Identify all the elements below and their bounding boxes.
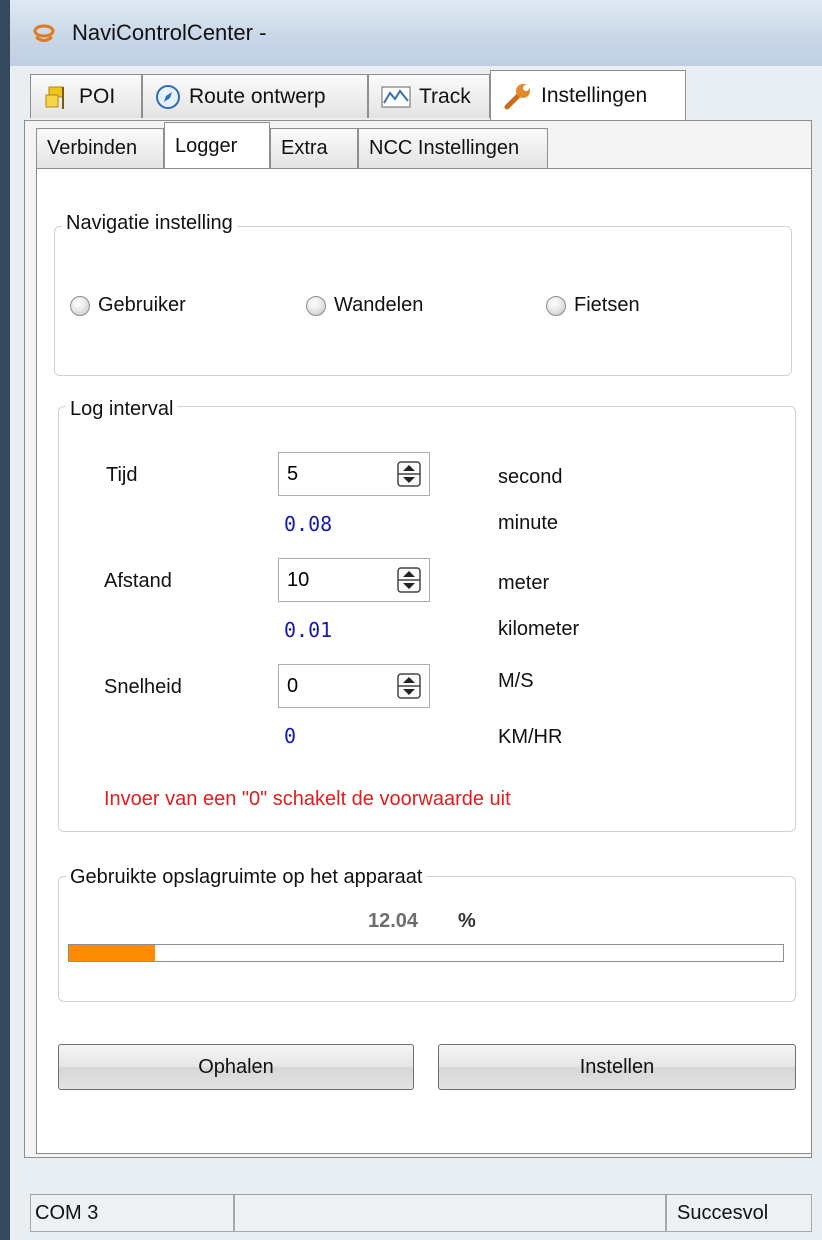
tab-label: Instellingen — [541, 83, 648, 107]
time-unit: second — [498, 466, 563, 488]
storage-progress-bar — [68, 944, 784, 962]
time-converted-value: 0.08 — [284, 512, 333, 536]
subtab-ncc-instellingen[interactable]: NCC Instellingen — [358, 128, 548, 168]
storage-progress-fill — [69, 945, 155, 961]
spin-arrows-icon[interactable] — [397, 567, 421, 593]
title-bar: NaviControlCenter - — [10, 0, 822, 66]
time-converted-unit: minute — [498, 512, 559, 534]
time-label: Tijd — [106, 464, 138, 486]
distance-spinbox[interactable] — [278, 558, 430, 602]
radio-fietsen[interactable] — [546, 296, 566, 316]
time-spinbox[interactable] — [278, 452, 430, 496]
tab-track[interactable]: Track — [368, 74, 490, 118]
navigation-group-title: Navigatie instelling — [62, 212, 237, 235]
radio-gebruiker[interactable] — [70, 296, 90, 316]
speed-label: Snelheid — [104, 676, 182, 698]
tab-label: Track — [419, 84, 471, 108]
tab-label: POI — [79, 84, 116, 108]
time-input[interactable] — [285, 459, 389, 489]
subtab-label: Logger — [175, 135, 238, 157]
subtab-verbinden[interactable]: Verbinden — [36, 128, 164, 168]
spin-arrows-icon[interactable] — [397, 461, 421, 487]
wrench-icon — [503, 81, 533, 111]
storage-percent-value: 12.04 — [368, 910, 419, 932]
ophalen-button[interactable]: Ophalen — [58, 1044, 414, 1090]
distance-converted-value: 0.01 — [284, 618, 333, 642]
track-icon — [381, 85, 411, 109]
radio-wandelen[interactable] — [306, 296, 326, 316]
distance-converted-unit: kilometer — [498, 618, 580, 640]
speed-converted-value: 0 — [284, 724, 297, 748]
storage-group — [58, 876, 796, 1002]
status-spacer — [234, 1194, 666, 1232]
tab-poi[interactable]: POI — [30, 74, 142, 118]
subtab-label: Extra — [281, 137, 328, 159]
tab-route-ontwerp[interactable]: Route ontwerp — [142, 74, 368, 118]
tab-instellingen[interactable]: Instellingen — [490, 70, 686, 120]
radio-label-wandelen: Wandelen — [334, 294, 424, 316]
speed-unit: M/S — [498, 670, 534, 692]
distance-input[interactable] — [285, 565, 389, 595]
window-title: NaviControlCenter - — [72, 20, 267, 45]
subtab-logger[interactable]: Logger — [164, 122, 270, 170]
zero-disables-warning: Invoer van een "0" schakelt de voorwaard… — [104, 788, 511, 810]
speed-input[interactable] — [285, 671, 389, 701]
distance-label: Afstand — [104, 570, 172, 592]
distance-unit: meter — [498, 572, 550, 594]
storage-percent-sign: % — [458, 910, 476, 932]
storage-group-title: Gebruikte opslagruimte op het apparaat — [66, 866, 427, 889]
speed-converted-unit: KM/HR — [498, 726, 563, 748]
subtab-label: NCC Instellingen — [369, 137, 520, 159]
radio-label-fietsen: Fietsen — [574, 294, 640, 316]
spin-arrows-icon[interactable] — [397, 673, 421, 699]
subtab-extra[interactable]: Extra — [270, 128, 358, 168]
app-logo-icon — [32, 22, 56, 44]
status-port: COM 3 — [30, 1194, 234, 1232]
poi-icon — [43, 83, 71, 111]
status-message-text: Succesvol — [677, 1201, 769, 1224]
status-port-text: COM 3 — [35, 1201, 99, 1224]
log-interval-group-title: Log interval — [66, 398, 178, 421]
subtab-label: Verbinden — [47, 137, 138, 159]
compass-icon — [155, 84, 181, 110]
speed-spinbox[interactable] — [278, 664, 430, 708]
radio-label-gebruiker: Gebruiker — [98, 294, 186, 316]
status-message: Succesvol — [666, 1194, 812, 1232]
tab-label: Route ontwerp — [189, 84, 326, 108]
instellen-button[interactable]: Instellen — [438, 1044, 796, 1090]
